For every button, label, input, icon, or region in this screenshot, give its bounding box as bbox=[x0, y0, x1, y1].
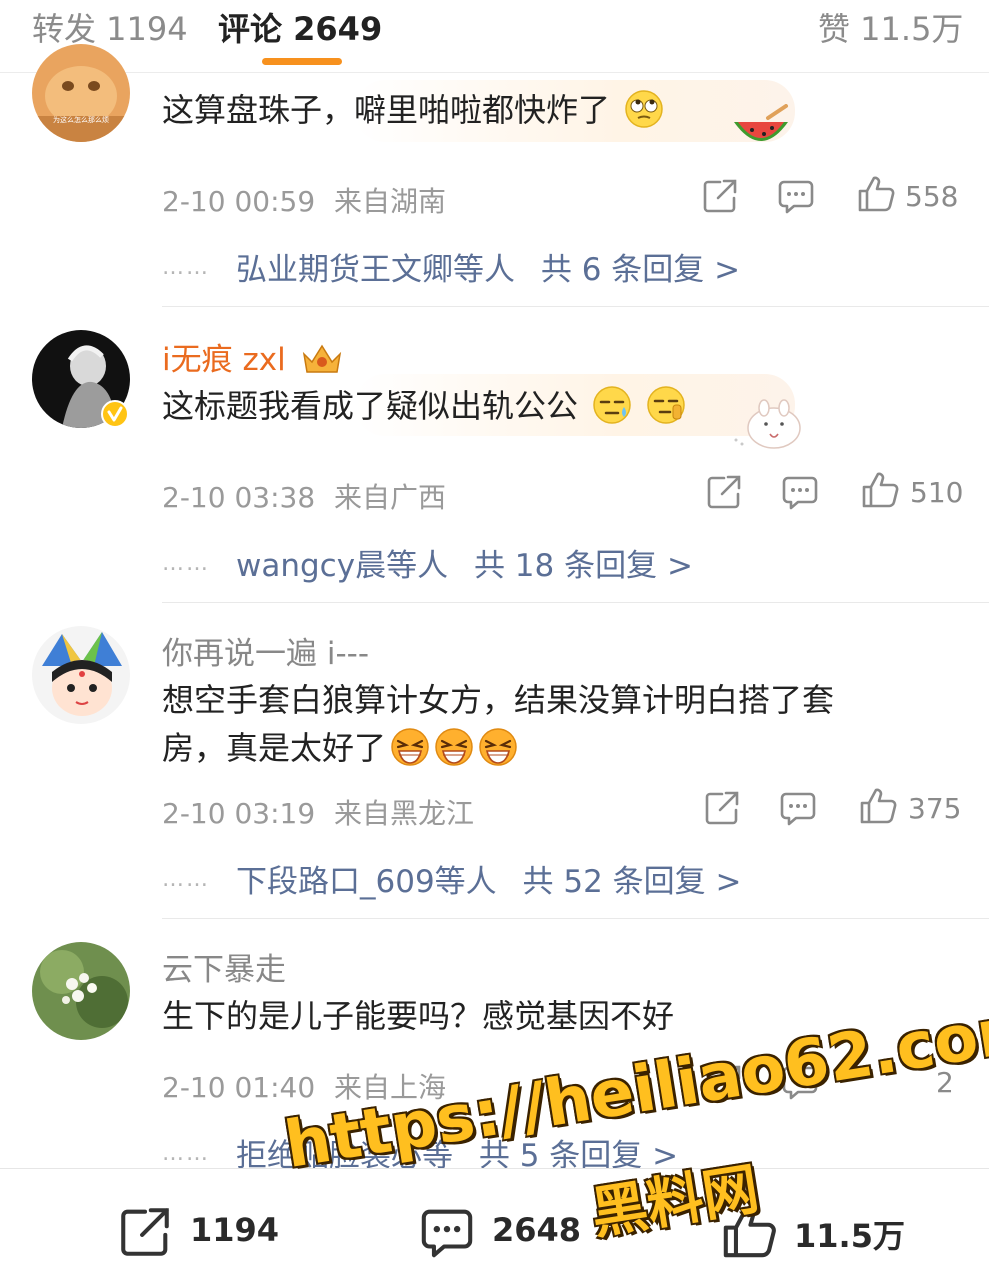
reply-summary-link[interactable]: …… 弘业期货王文卿等人 共 6 条回复 > bbox=[162, 244, 740, 289]
avatar-caption: 为这么怎么那么烦 bbox=[53, 115, 109, 124]
comment-location: 来自广西 bbox=[334, 481, 447, 514]
reply-count: 共 6 条回复 > bbox=[540, 252, 741, 288]
comment-icon[interactable] bbox=[778, 788, 818, 828]
divider bbox=[162, 306, 989, 307]
reply-users: 下段路口_609等人 bbox=[236, 864, 497, 900]
like-icon[interactable] bbox=[860, 470, 900, 510]
username[interactable]: 云下暴走 bbox=[162, 944, 286, 989]
bottom-share-button[interactable]: 1194 bbox=[116, 1203, 296, 1259]
comment-icon[interactable] bbox=[780, 1062, 820, 1102]
comment-text: 这算盘珠子，噼里啪啦都快炸了 bbox=[162, 86, 922, 134]
bottom-action-bar: 1194 2648 11.5万 bbox=[0, 1168, 989, 1281]
like-icon bbox=[723, 1206, 776, 1258]
comment-location: 来自湖南 bbox=[334, 185, 447, 218]
comment-icon[interactable] bbox=[780, 472, 820, 512]
share-icon[interactable] bbox=[700, 176, 740, 216]
tab-reposts[interactable]: 转发 1194 bbox=[32, 4, 188, 50]
comment-time: 2-10 03:38 bbox=[162, 481, 316, 514]
avatar[interactable] bbox=[32, 626, 130, 724]
divider bbox=[162, 918, 989, 919]
share-count: 1194 bbox=[190, 1211, 280, 1249]
laughing-emoji-icon bbox=[479, 728, 517, 766]
comment-text: 想空手套白狼算计女方，结果没算计明白搭了套 房，真是太好了 bbox=[162, 681, 835, 767]
reply-summary-link[interactable]: …… wangcy晨等人 共 18 条回复 > bbox=[162, 540, 693, 585]
username[interactable]: 你再说一遍 i--- bbox=[162, 628, 369, 673]
like-count: 11.5万 bbox=[794, 1217, 905, 1255]
comment-meta: 2-10 01:40 来自上海 bbox=[162, 1066, 446, 1106]
reply-dots: …… bbox=[162, 255, 210, 280]
watermelon-sticker-icon bbox=[734, 104, 788, 141]
share-icon bbox=[121, 1208, 169, 1256]
comment-icon bbox=[421, 1209, 473, 1258]
share-icon[interactable] bbox=[702, 788, 742, 828]
comment-meta: 2-10 00:59 来自湖南 bbox=[162, 180, 446, 220]
comment-location: 来自黑龙江 bbox=[334, 797, 475, 830]
verified-badge-icon bbox=[101, 400, 129, 428]
reply-users: 弘业期货王文卿等人 bbox=[236, 252, 515, 288]
comment-meta: 2-10 03:19 来自黑龙江 bbox=[162, 792, 474, 832]
tab-comments[interactable]: 评论 2649 bbox=[218, 4, 382, 50]
like-count: 2 bbox=[936, 1066, 954, 1099]
comment-icon[interactable] bbox=[776, 176, 816, 216]
shush-emoji-icon bbox=[647, 386, 686, 424]
like-icon[interactable] bbox=[856, 174, 896, 214]
bottom-like-button[interactable]: 11.5万 bbox=[720, 1203, 920, 1259]
like-count: 375 bbox=[908, 792, 962, 825]
comment-count: 2648 bbox=[492, 1211, 582, 1249]
laughing-emoji-icon bbox=[391, 728, 429, 766]
active-tab-indicator bbox=[262, 58, 342, 65]
like-icon[interactable] bbox=[858, 786, 898, 826]
comment-time: 2-10 01:40 bbox=[162, 1071, 316, 1104]
eye-roll-emoji-icon bbox=[625, 90, 663, 128]
comment-text: 生下的是儿子能要吗？感觉基因不好 bbox=[162, 997, 675, 1035]
reply-summary-link[interactable]: …… 下段路口_609等人 共 52 条回复 > bbox=[162, 856, 742, 901]
reply-count: 共 52 条回复 > bbox=[522, 864, 742, 900]
bunny-sticker-icon bbox=[734, 399, 801, 449]
comment-time: 2-10 03:19 bbox=[162, 797, 316, 830]
sweat-emoji-icon bbox=[593, 386, 631, 424]
comment-time: 2-10 00:59 bbox=[162, 185, 316, 218]
reply-dots: …… bbox=[162, 551, 210, 576]
laughing-emoji-icon bbox=[435, 728, 473, 766]
reply-count: 共 18 条回复 > bbox=[473, 548, 693, 584]
reply-users: wangcy晨等人 bbox=[236, 548, 449, 584]
reply-dots: …… bbox=[162, 1141, 210, 1166]
avatar[interactable] bbox=[32, 942, 130, 1040]
comment-location: 来自上海 bbox=[334, 1071, 447, 1104]
tab-likes[interactable]: 赞 11.5万 bbox=[818, 4, 963, 50]
username[interactable]: i无痕 zxl bbox=[162, 334, 344, 379]
comment-meta: 2-10 03:38 来自广西 bbox=[162, 476, 446, 516]
share-icon[interactable] bbox=[704, 1062, 744, 1102]
share-icon[interactable] bbox=[704, 472, 744, 512]
like-count: 558 bbox=[905, 180, 959, 213]
comment-text: 这标题我看成了疑似出轨公公 bbox=[162, 382, 922, 430]
reply-dots: …… bbox=[162, 867, 210, 892]
divider bbox=[162, 602, 989, 603]
bottom-comment-button[interactable]: 2648 bbox=[418, 1203, 608, 1259]
comment-tabs: 转发 1194 评论 2649 赞 11.5万 bbox=[0, 0, 989, 73]
like-count: 510 bbox=[910, 476, 964, 509]
avatar[interactable]: 为这么怎么那么烦 bbox=[32, 44, 130, 142]
vip-crown-icon bbox=[302, 344, 341, 373]
